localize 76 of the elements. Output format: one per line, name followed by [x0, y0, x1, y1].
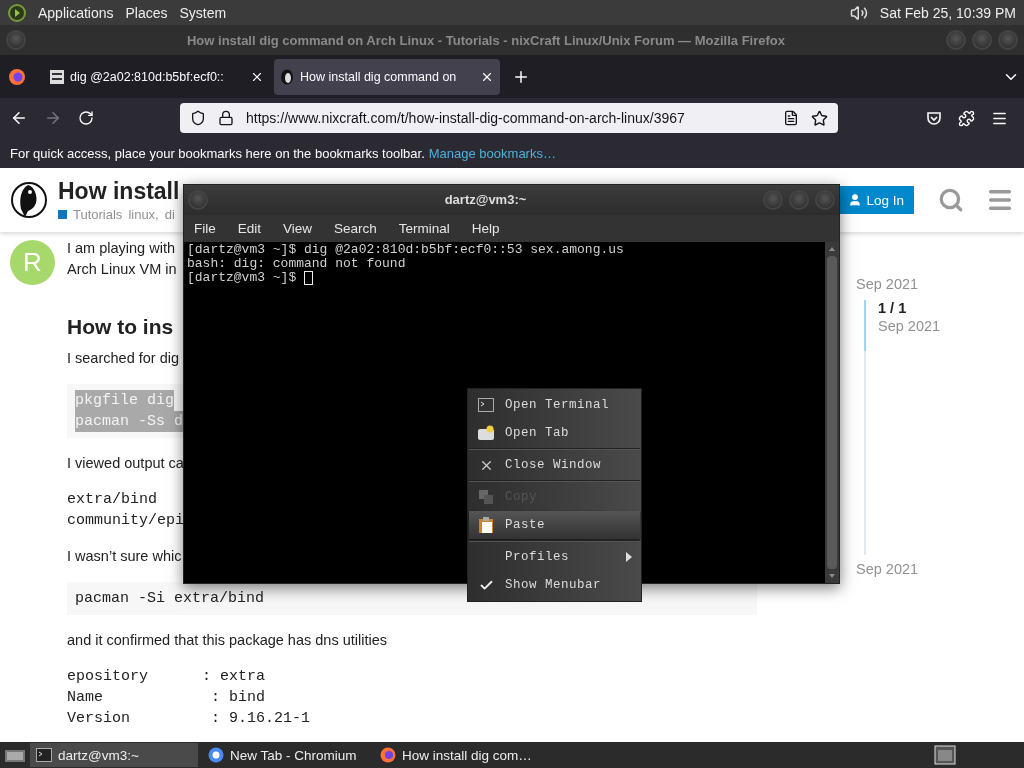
topic-title: How install	[58, 178, 180, 205]
reload-icon[interactable]	[78, 110, 94, 126]
clock: Sat Feb 25, 10:39 PM	[879, 4, 1016, 21]
url-field[interactable]: https://www.nixcraft.com/t/how-install-dig-command-on-arch-linux/3967	[180, 103, 838, 133]
bookmark-star-icon[interactable]	[811, 109, 828, 127]
menu-item[interactable]: Profiles	[469, 543, 640, 571]
output-line: epository : extra	[67, 667, 266, 687]
category-square	[58, 210, 67, 219]
menu-item[interactable]: Show Menubar	[469, 571, 640, 599]
menu-item[interactable]: Open Tab	[469, 419, 640, 447]
terminal-icon	[36, 748, 52, 762]
timeline-date: Sep 2021	[856, 276, 920, 292]
extensions-icon[interactable]	[958, 109, 975, 127]
reader-icon[interactable]	[783, 110, 799, 126]
terminal-menu[interactable]: Search	[334, 220, 377, 236]
panel-menu[interactable]: Places	[125, 4, 168, 21]
submenu-arrow-icon	[626, 552, 632, 562]
output-line: extra/bind	[67, 490, 157, 510]
chromium-icon	[208, 747, 224, 763]
firefox-icon[interactable]	[8, 67, 26, 86]
shield-icon[interactable]	[190, 110, 206, 126]
login-button[interactable]: Log In	[838, 186, 914, 214]
terminal-line: [dartz@vm3 ~]$ dig @2a02:810d:b5bf:ecf0::53 sex.among.us	[187, 243, 625, 257]
output-line: Version : 9.16.21-1	[67, 709, 311, 729]
menu-item[interactable]: Close Window	[469, 451, 640, 479]
firefox-icon	[380, 747, 396, 763]
taskbar-item[interactable]: New Tab - Chromium	[202, 743, 370, 767]
code-line: pacman -Si extra/bind	[75, 589, 265, 609]
window-title: How install dig command on Arch Linux - Tutorials - nixCraft Linux/Unix Forum — Mozilla Firefox	[185, 32, 786, 48]
timeline-date: Sep 2021	[878, 318, 941, 334]
page-icon	[50, 69, 64, 84]
timeline-date: Sep 2021	[856, 561, 920, 577]
window-title: dartz@vm3:~	[443, 192, 528, 208]
menu-item[interactable]: Paste	[469, 511, 640, 539]
timeline-handle[interactable]	[864, 300, 866, 351]
post-text: I viewed output ca	[67, 454, 184, 473]
panel-menu[interactable]: Applications	[38, 4, 114, 21]
speaker-icon[interactable]	[849, 3, 868, 22]
terminal-menu[interactable]: Terminal	[398, 220, 450, 236]
pocket-icon[interactable]	[926, 110, 942, 126]
user-icon	[848, 193, 863, 207]
copy-icon	[478, 489, 494, 505]
post-heading: How to ins	[67, 314, 174, 340]
terminal-line: bash: dig: command not found	[187, 257, 407, 271]
panel-menu[interactable]: System	[179, 4, 227, 21]
terminal-icon	[478, 398, 494, 412]
post-position: 1 / 1	[878, 300, 908, 316]
cursor	[304, 271, 314, 285]
menu-item[interactable]: Open Terminal	[469, 391, 640, 419]
taskbar-item[interactable]: How install dig com…	[374, 743, 542, 767]
search-icon[interactable]	[938, 187, 964, 213]
forward-icon[interactable]	[44, 109, 62, 127]
post-text: Arch Linux VM in	[67, 260, 177, 279]
avatar: R	[10, 240, 55, 285]
terminal-menu[interactable]: Help	[471, 220, 500, 236]
bookmarks-hint: For quick access, place your bookmarks here on the bookmarks toolbar.	[10, 145, 425, 161]
clipboard-icon	[478, 516, 494, 534]
output-line: community/epi	[67, 511, 185, 531]
browser-tab[interactable]: dig @2a02:810d:b5bf:ecf0::	[44, 58, 270, 95]
scrollbar-drawing[interactable]	[825, 242, 839, 583]
back-icon[interactable]	[10, 109, 28, 127]
manage-bookmarks-link[interactable]: Manage bookmarks…	[428, 145, 556, 161]
terminal-prompt: [dartz@vm3 ~]$	[187, 271, 298, 285]
post-text: I searched for dig	[67, 349, 180, 368]
output-line: Name : bind	[67, 688, 266, 708]
terminal-menu[interactable]: View	[283, 220, 313, 236]
lock-icon[interactable]	[218, 110, 234, 126]
browser-tab[interactable]: How install dig command on	[274, 58, 500, 95]
terminal-menu[interactable]: File	[194, 220, 216, 236]
post-text: and it confirmed that this package has dns utilities	[67, 631, 387, 650]
post-text: I wasn’t sure whic	[67, 547, 182, 566]
post-text: I am playing with	[67, 239, 175, 258]
workspace-icon[interactable]	[934, 745, 956, 765]
folder-icon	[477, 425, 495, 441]
terminal-menu[interactable]: Edit	[237, 220, 262, 236]
taskbar-item[interactable]: dartz@vm3:~	[30, 743, 198, 767]
